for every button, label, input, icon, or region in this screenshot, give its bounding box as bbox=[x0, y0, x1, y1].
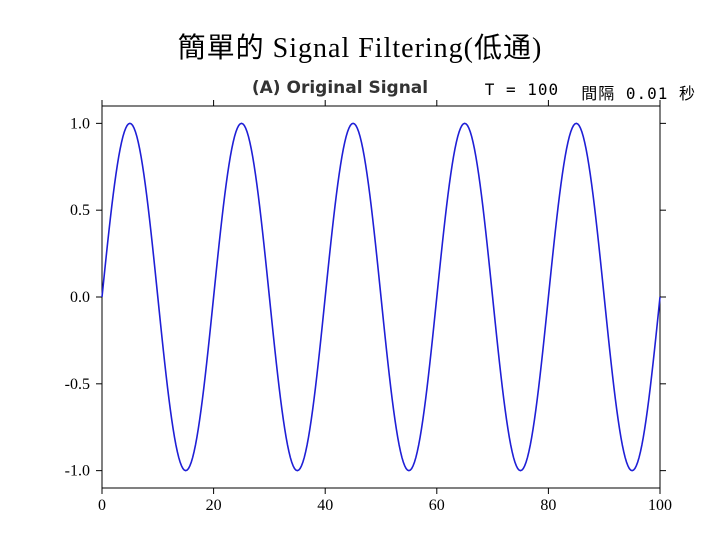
xtick-label: 60 bbox=[429, 497, 445, 514]
xtick-label: 40 bbox=[317, 497, 333, 514]
ytick-label: -0.5 bbox=[65, 376, 90, 393]
ytick-label: 0.0 bbox=[70, 289, 90, 306]
page-title: 簡單的 Signal Filtering(低通) bbox=[0, 26, 720, 66]
chart-title: (A) Original Signal bbox=[0, 78, 590, 98]
xtick-label: 0 bbox=[98, 497, 106, 514]
series-line bbox=[102, 123, 660, 470]
chart-area: -1.0 -0.5 0.0 0.5 1.0 0 20 40 60 80 100 bbox=[40, 100, 680, 520]
ytick-label: 0.5 bbox=[70, 202, 90, 219]
xtick-label: 80 bbox=[540, 497, 556, 514]
xtick-label: 20 bbox=[206, 497, 222, 514]
ytick-label: 1.0 bbox=[70, 115, 90, 132]
line-chart: -1.0 -0.5 0.0 0.5 1.0 0 20 40 60 80 100 bbox=[40, 100, 680, 520]
ytick-label: -1.0 bbox=[65, 463, 90, 480]
xtick-label: 100 bbox=[648, 497, 672, 514]
